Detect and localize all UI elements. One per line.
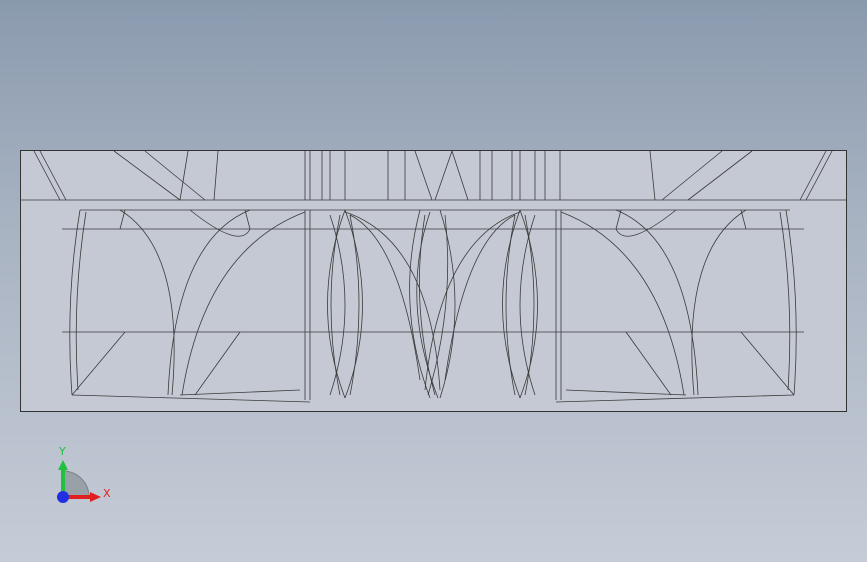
reference-triad: Y X	[57, 445, 111, 503]
z-axis-dot	[57, 491, 69, 503]
model-outline	[20, 150, 847, 412]
model-wireframe[interactable]	[20, 150, 847, 412]
y-axis-arrow	[58, 460, 68, 470]
x-axis-label: X	[103, 487, 111, 500]
graphics-viewport[interactable]: Y X	[0, 0, 867, 562]
y-axis-label: Y	[58, 445, 66, 458]
x-axis-arrow	[90, 492, 101, 502]
